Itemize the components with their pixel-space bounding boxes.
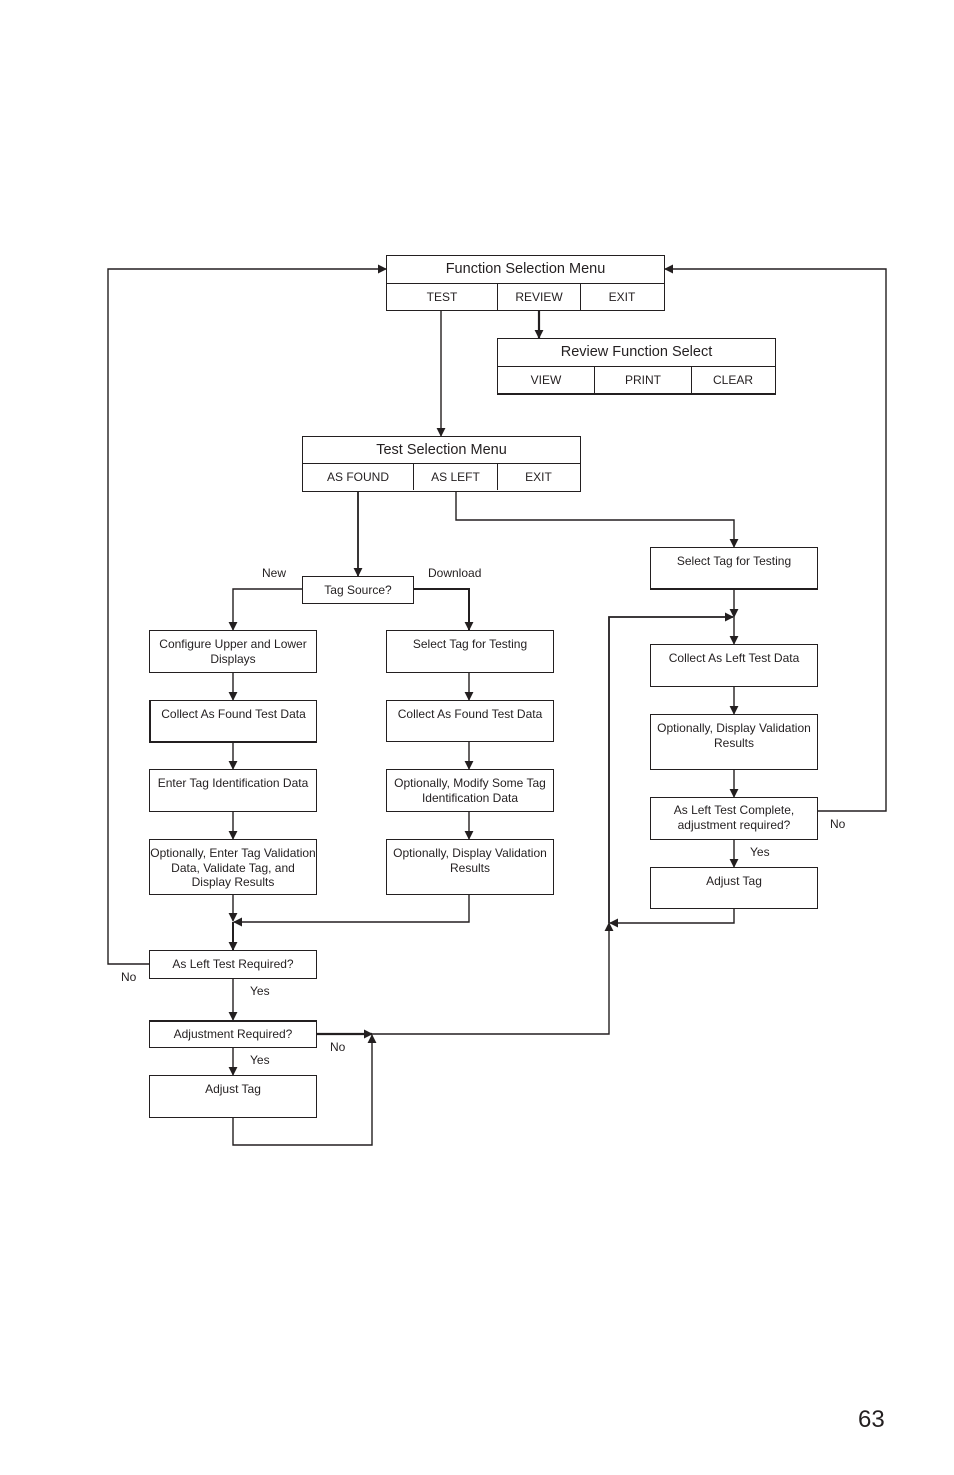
review-menu-print[interactable]: PRINT [595, 367, 692, 393]
step-display-validation-download: Optionally, Display Validation Results [386, 839, 554, 895]
as-left-complete-decision: As Left Test Complete, adjustment requir… [650, 797, 818, 840]
arrow-new-branch [228, 588, 302, 631]
label-adjustment-no: No [330, 1040, 346, 1054]
function-menu-title: Function Selection Menu [387, 256, 664, 284]
function-menu-test[interactable]: TEST [387, 284, 498, 310]
test-menu-exit[interactable]: EXIT [498, 464, 579, 490]
step-enter-tag-id: Enter Tag Identification Data [149, 769, 317, 812]
review-menu-view[interactable]: VIEW [498, 367, 595, 393]
arrow-join-to-right [372, 922, 614, 1035]
arrow-asleft-to-select-tag [455, 492, 739, 548]
test-menu-as-left[interactable]: AS LEFT [414, 464, 498, 490]
arrow-dl-merge [233, 894, 470, 927]
review-function-select: Review Function Select VIEW PRINT CLEAR [497, 338, 776, 395]
page-number: 63 [858, 1406, 885, 1433]
step-modify-tag-id: Optionally, Modify Some Tag Identificati… [386, 769, 554, 812]
step-adjust-tag-left: Adjust Tag [149, 1075, 317, 1118]
step-collect-as-found-new: Collect As Found Test Data [149, 700, 317, 743]
function-menu-review[interactable]: REVIEW [498, 284, 581, 310]
function-selection-menu: Function Selection Menu TEST REVIEW EXIT [386, 255, 665, 311]
test-selection-menu: Test Selection Menu AS FOUND AS LEFT EXI… [302, 436, 581, 492]
step-collect-as-left: Collect As Left Test Data [650, 644, 818, 687]
step-enter-tag-validation: Optionally, Enter Tag Validation Data, V… [149, 839, 317, 895]
tag-source-decision: Tag Source? [302, 576, 414, 604]
label-as-left-required-no: No [121, 970, 137, 984]
label-download: Download [428, 566, 482, 580]
label-as-left-required-yes: Yes [250, 984, 270, 998]
review-menu-title: Review Function Select [498, 339, 775, 367]
label-as-left-complete-no: No [830, 817, 846, 831]
as-left-required-decision: As Left Test Required? [149, 950, 317, 979]
function-menu-exit[interactable]: EXIT [581, 284, 663, 310]
test-menu-title: Test Selection Menu [303, 437, 580, 464]
step-adjust-tag-right: Adjust Tag [650, 867, 818, 909]
step-collect-as-found-download: Collect As Found Test Data [386, 700, 554, 742]
step-select-tag-download: Select Tag for Testing [386, 630, 554, 673]
step-configure-displays: Configure Upper and Lower Displays [149, 630, 317, 673]
arrow-adjust-right-loop [609, 908, 735, 928]
adjustment-required-decision: Adjustment Required? [149, 1020, 317, 1048]
label-as-left-complete-yes: Yes [750, 845, 770, 859]
label-new: New [262, 566, 287, 580]
step-display-validation-as-left: Optionally, Display Validation Results [650, 714, 818, 770]
arrow-download-branch [414, 588, 474, 631]
test-menu-as-found[interactable]: AS FOUND [303, 464, 414, 490]
step-select-tag-as-left: Select Tag for Testing [650, 547, 818, 590]
review-menu-clear[interactable]: CLEAR [692, 367, 774, 393]
label-adjustment-yes: Yes [250, 1053, 270, 1067]
